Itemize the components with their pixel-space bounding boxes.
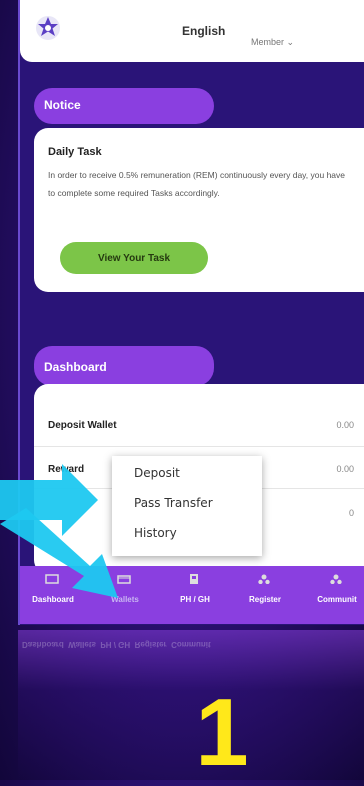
nav-label-community: Communit [317, 595, 357, 604]
dropdown-item-deposit[interactable]: Deposit [134, 466, 180, 480]
view-your-task-button[interactable]: View Your Task [60, 242, 208, 274]
daily-task-title: Daily Task [48, 146, 102, 158]
deposit-wallet-label: Deposit Wallet [48, 420, 117, 431]
screen-reflection: Dashboard Wallets PH / GH Register Commu… [18, 630, 364, 780]
arrow-down-right-icon [0, 508, 118, 598]
dashboard-tab-label: Dashboard [44, 360, 107, 374]
nav-item-community[interactable]: Communit [302, 566, 364, 624]
app-header: English Member ⌄ [20, 0, 364, 62]
ph-gh-icon [190, 574, 198, 584]
nav-item-register[interactable]: Register [230, 566, 300, 624]
community-icon [330, 574, 342, 584]
register-icon [258, 574, 270, 584]
third-row-value: 0 [348, 508, 354, 518]
wallets-dropdown-menu: Deposit Pass Transfer History [112, 456, 262, 556]
dropdown-item-history[interactable]: History [134, 526, 177, 540]
nav-label-register: Register [248, 595, 281, 604]
nav-label-ph-gh: PH / GH [180, 595, 210, 604]
brand-logo-icon [36, 16, 60, 40]
notice-tab-label: Notice [44, 98, 81, 112]
nav-item-ph-gh[interactable]: PH / GH [160, 566, 230, 624]
step-number: 1 [195, 679, 249, 786]
member-menu[interactable]: Member ⌄ [251, 37, 294, 48]
notice-card: Daily Task In order to receive 0.5% remu… [34, 128, 364, 292]
daily-task-description: In order to receive 0.5% remuneration (R… [48, 170, 346, 198]
notice-section-tab: Notice [34, 88, 214, 124]
dropdown-item-pass-transfer[interactable]: Pass Transfer [134, 496, 213, 510]
language-selector[interactable]: English [182, 24, 225, 38]
dashboard-section-tab: Dashboard [34, 346, 214, 386]
reward-value: 0.00 [336, 464, 354, 474]
deposit-wallet-value: 0.00 [336, 420, 354, 430]
row-divider [34, 446, 364, 447]
tutorial-arrows [0, 464, 118, 598]
reflection-nav-labels: Dashboard Wallets PH / GH Register Commu… [22, 640, 211, 649]
